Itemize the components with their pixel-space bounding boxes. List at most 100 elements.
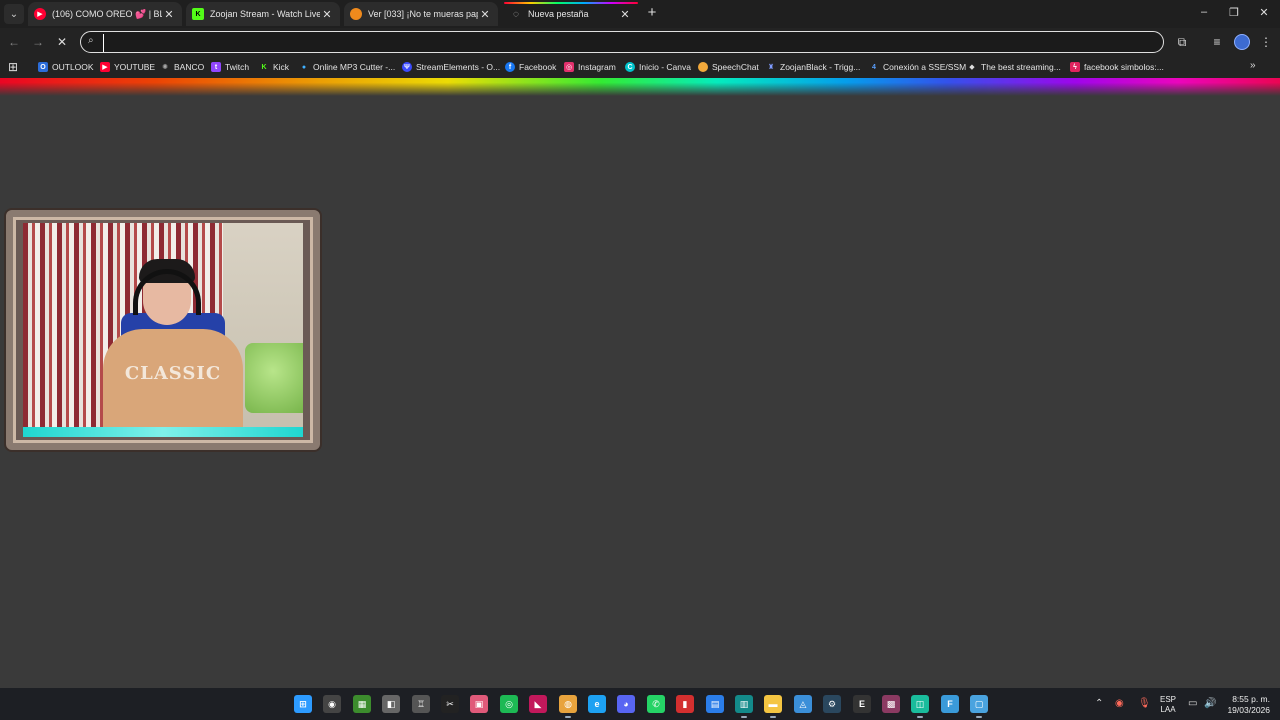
bookmark-label: Inicio - Canva xyxy=(639,62,691,72)
bookmark-label: Twitch xyxy=(225,62,250,72)
tab-title: Nueva pestaña xyxy=(528,9,589,19)
restore-button[interactable]: ❐ xyxy=(1226,6,1242,19)
green-app-icon[interactable]: ◫ xyxy=(911,695,929,713)
close-window-button[interactable]: ✕ xyxy=(1256,6,1272,19)
speaker-icon[interactable]: 🔊 xyxy=(1204,698,1216,709)
facebook-icon: f xyxy=(505,62,515,72)
close-icon[interactable]: ✕ xyxy=(320,8,334,21)
canva-icon: C xyxy=(625,62,635,72)
photo-app-icon[interactable]: ▣ xyxy=(470,695,488,713)
chrome-icon: ◌ xyxy=(513,8,519,20)
tab-search-button[interactable]: ⌄ xyxy=(4,4,24,24)
edge-icon[interactable]: e xyxy=(588,695,606,713)
epic-games-icon[interactable]: E xyxy=(853,695,871,713)
store-icon[interactable]: ▤ xyxy=(706,695,724,713)
winrar-icon[interactable]: ▩ xyxy=(882,695,900,713)
windows-start-icon[interactable]: ⊞ xyxy=(294,695,312,713)
tab-episode[interactable]: Ver [033] ¡No te mueras papá! | ✕ xyxy=(344,2,498,26)
tab-new-tab[interactable]: ◌ Nueva pestaña ✕ xyxy=(504,2,638,26)
layout-label: LAA xyxy=(1160,705,1176,714)
cast-icon[interactable]: ◬ xyxy=(794,695,812,713)
speechchat-icon xyxy=(698,62,708,72)
address-input[interactable] xyxy=(103,34,1148,52)
discord-icon[interactable]: ◕ xyxy=(617,695,635,713)
youtube-icon: ▶ xyxy=(34,8,46,20)
bookmark-facebook-simbolos[interactable]: ϟ facebook simbolos:... xyxy=(1070,59,1164,75)
apps-grid-icon[interactable]: ⊞ xyxy=(8,60,18,74)
tab-title: (106) COMO OREO 💕 | BLESSI xyxy=(52,8,162,19)
tab-kick[interactable]: K Zoojan Stream - Watch Live on ✕ xyxy=(186,2,340,26)
bookmark-streaming[interactable]: ◆ The best streaming... xyxy=(967,59,1061,75)
tab-youtube[interactable]: ▶ (106) COMO OREO 💕 | BLESSI ✕ xyxy=(28,2,182,26)
windows-taskbar: ⊞ ◉ ▦ ◧ ♖ ✂ ▣ ◎ ◣ ◍ e ◕ ✆ ▮ ▤ ▥ ▬ ◬ ⚙ E ▩ ◫ F ▢ ⌃ ◉ 🎙 ESP LAA ▭… xyxy=(0,688,1280,720)
forward-button[interactable]: → xyxy=(30,34,46,50)
bookmark-label: Online MP3 Cutter -... xyxy=(313,62,396,72)
tower-app-icon[interactable]: ♖ xyxy=(412,695,430,713)
media-controls-button[interactable]: ≡ xyxy=(1209,34,1225,50)
bookmark-label: ZoojanBlack - Trigg... xyxy=(780,62,861,72)
streamelements-icon: Ψ xyxy=(402,62,412,72)
frame-glow xyxy=(23,427,303,437)
minecraft-icon[interactable]: ▦ xyxy=(353,695,371,713)
tray-app-icon[interactable]: ◉ xyxy=(1115,698,1124,709)
bookmark-outlook[interactable]: O OUTLOOK xyxy=(38,59,94,75)
kick-icon: K xyxy=(192,8,204,20)
bookmark-youtube[interactable]: ▶ YOUTUBE xyxy=(100,59,155,75)
whatsapp-icon[interactable]: ✆ xyxy=(647,695,665,713)
bookmark-facebook[interactable]: f Facebook xyxy=(505,59,556,75)
restore-icon: ❐ xyxy=(1229,7,1239,19)
rook-icon: ♜ xyxy=(767,64,775,71)
bookmark-speechchat[interactable]: SpeechChat xyxy=(698,59,759,75)
obs-icon[interactable]: ◉ xyxy=(323,695,341,713)
instagram-icon: ◎ xyxy=(564,62,574,72)
microphone-icon[interactable]: 🎙 xyxy=(1138,698,1151,709)
bookmark-sse-ssm[interactable]: 4 Conexión a SSE/SSM xyxy=(869,59,966,75)
back-button[interactable]: ← xyxy=(6,34,22,50)
new-tab-button[interactable]: + xyxy=(644,5,660,21)
close-icon[interactable]: ✕ xyxy=(618,8,632,21)
folder-icon[interactable]: ▬ xyxy=(764,695,782,713)
bookmark-mp3-cutter[interactable]: ● Online MP3 Cutter -... xyxy=(299,59,395,75)
outlook-icon: O xyxy=(38,62,48,72)
red-bar-icon[interactable]: ▮ xyxy=(676,695,694,713)
chevron-down-icon: ⌄ xyxy=(9,8,19,20)
bookmark-twitch[interactable]: t Twitch xyxy=(211,59,249,75)
bookmark-label: Conexión a SSE/SSM xyxy=(883,62,967,72)
running-indicator xyxy=(976,716,982,718)
capcut-icon[interactable]: ✂ xyxy=(441,695,459,713)
bookmark-instagram[interactable]: ◎ Instagram xyxy=(564,59,616,75)
display-icon[interactable]: ▭ xyxy=(1188,698,1197,709)
profile-avatar[interactable] xyxy=(1234,34,1250,50)
bookmark-zoojanblack[interactable]: ♜ ZoojanBlack - Trigg... xyxy=(766,59,860,75)
chrome-icon[interactable]: ◍ xyxy=(559,695,577,713)
blue-window-app-icon[interactable]: ▢ xyxy=(970,695,988,713)
bookmark-streamelements[interactable]: Ψ StreamElements - O... xyxy=(402,59,500,75)
address-bar[interactable]: ⌕ xyxy=(80,31,1164,53)
chevron-right-double-icon[interactable]: » xyxy=(1250,60,1256,71)
arrow-left-icon: ← xyxy=(8,35,20,49)
blue-f-app-icon[interactable]: F xyxy=(941,695,959,713)
red-app-icon[interactable]: ◣ xyxy=(529,695,547,713)
stop-loading-button[interactable]: ✕ xyxy=(54,34,70,50)
menu-button[interactable]: ⋮ xyxy=(1258,34,1274,50)
bookmark-label: Instagram xyxy=(578,62,616,72)
bookmark-kick[interactable]: K Kick xyxy=(259,59,289,75)
close-icon: ✕ xyxy=(1259,7,1269,19)
chevron-up-icon[interactable]: ⌃ xyxy=(1095,698,1103,709)
bookmark-label: facebook simbolos:... xyxy=(1084,62,1164,72)
tab-strip: ⌄ ▶ (106) COMO OREO 💕 | BLESSI ✕ K Zooja… xyxy=(0,0,1280,28)
webcam-video: CLASSIC xyxy=(23,223,303,433)
bookmark-canva[interactable]: C Inicio - Canva xyxy=(625,59,691,75)
clock[interactable]: 8:55 p. m. 19/03/2026 xyxy=(1224,694,1270,716)
roblox-icon[interactable]: ◧ xyxy=(382,695,400,713)
minimize-button[interactable]: – xyxy=(1196,6,1212,18)
lightning-icon: ϟ xyxy=(1070,62,1080,72)
steam-icon[interactable]: ⚙ xyxy=(823,695,841,713)
close-icon[interactable]: ✕ xyxy=(162,8,176,21)
extensions-button[interactable]: ⧉ xyxy=(1174,34,1190,50)
xbox-icon[interactable]: ◎ xyxy=(500,695,518,713)
bookmark-banco[interactable]: ✺ BANCO xyxy=(160,59,204,75)
language-indicator[interactable]: ESP LAA xyxy=(1160,695,1176,715)
close-icon[interactable]: ✕ xyxy=(478,8,492,21)
teal-app-icon[interactable]: ▥ xyxy=(735,695,753,713)
